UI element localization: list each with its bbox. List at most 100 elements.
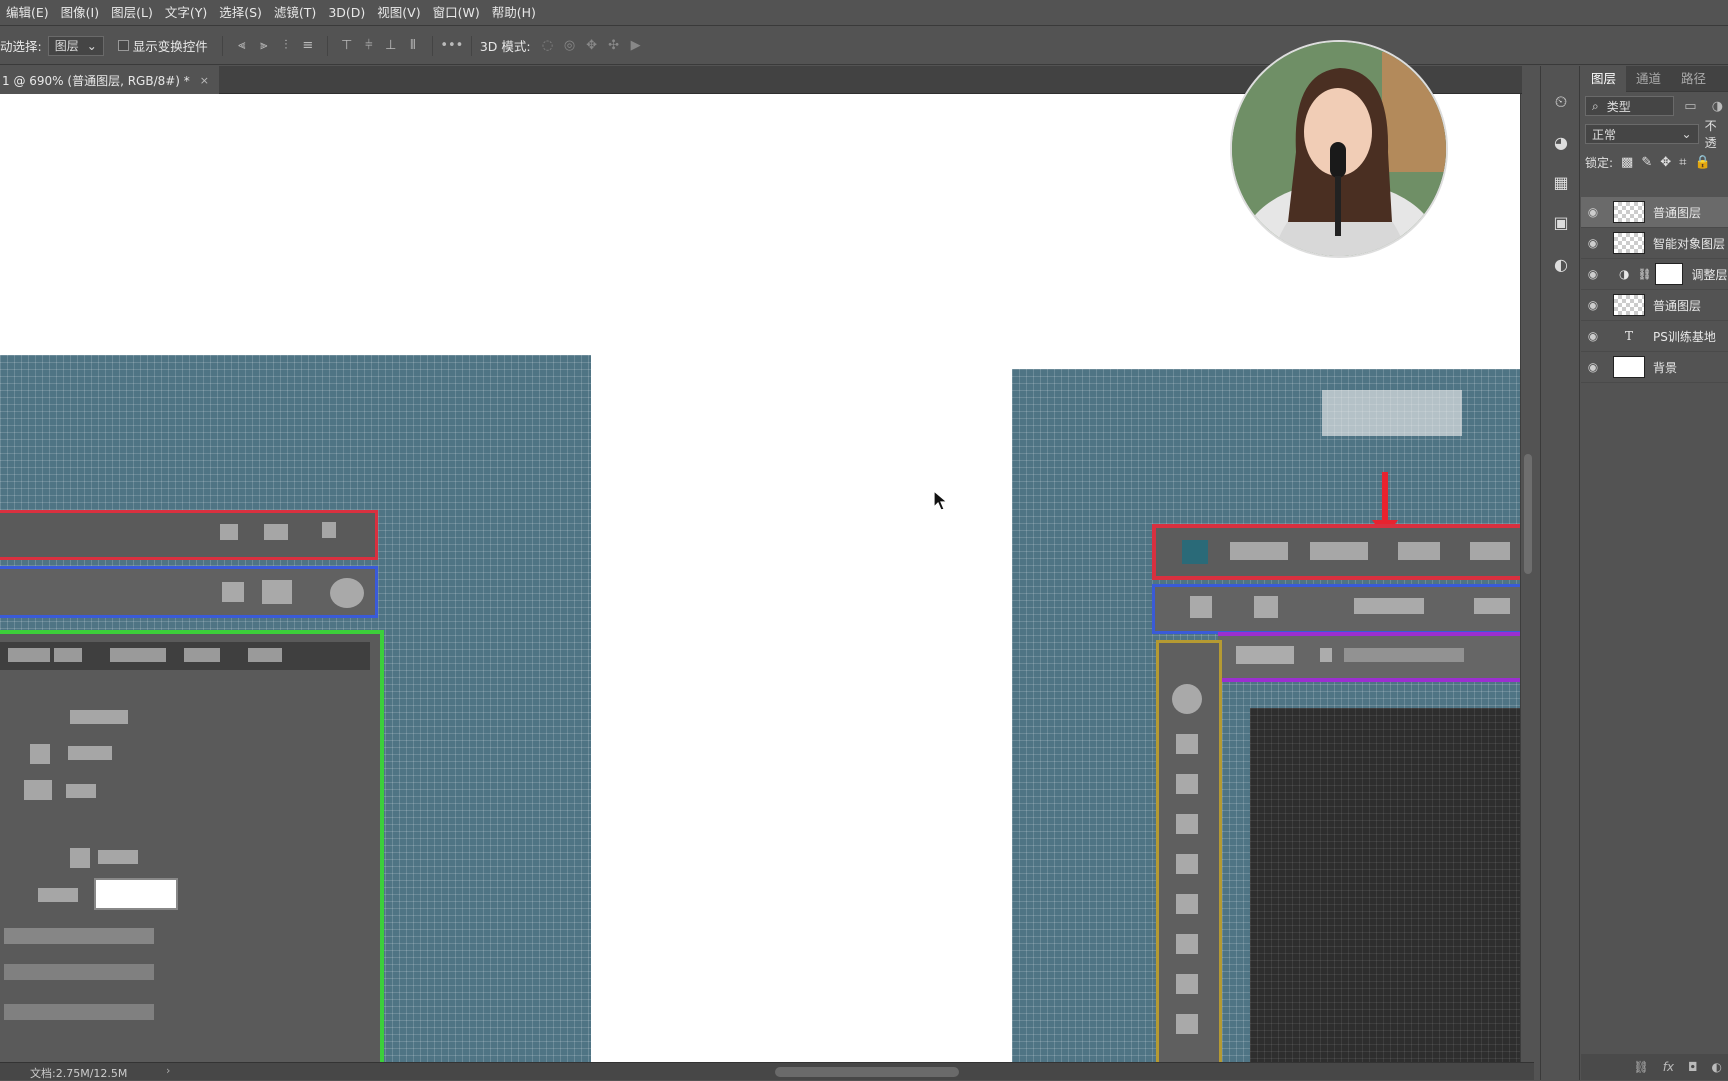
tab-channels[interactable]: 通道	[1626, 66, 1671, 92]
menu-3d[interactable]: 3D(D)	[322, 0, 371, 26]
tab-paths[interactable]: 路径	[1671, 66, 1716, 92]
adjustments-icon[interactable]: ◐	[1549, 252, 1573, 276]
layer-thumbnail	[1613, 201, 1645, 223]
vertical-scrollbar[interactable]	[1520, 94, 1534, 1062]
fx-icon[interactable]: fx	[1663, 1060, 1674, 1074]
chain-link-icon[interactable]: ⛓	[1637, 268, 1651, 281]
webcam-overlay	[1230, 40, 1448, 258]
lock-transparent-icon[interactable]: ▩	[1621, 155, 1633, 170]
adjustment-icon[interactable]: ◐	[1712, 1060, 1722, 1074]
distribute-horizontal-icon[interactable]: ⫴	[402, 35, 424, 57]
eye-icon[interactable]: ◉	[1581, 298, 1605, 312]
eye-icon[interactable]: ◉	[1581, 267, 1605, 281]
eye-icon[interactable]: ◉	[1581, 236, 1605, 250]
layer-row[interactable]: ◉ 背景	[1581, 352, 1728, 383]
layer-filter-value: 类型	[1606, 99, 1631, 114]
close-icon[interactable]: ×	[200, 74, 209, 87]
divider	[431, 35, 433, 56]
layer-row[interactable]: ◉ 智能对象图层	[1581, 228, 1728, 259]
menu-edit[interactable]: 编辑(E)	[0, 0, 55, 26]
lock-artboard-icon[interactable]: ⌗	[1679, 155, 1686, 170]
lock-all-icon[interactable]: 🔒	[1694, 155, 1710, 170]
layers-panel-footer: ⛓ fx ◘ ◐	[1581, 1054, 1728, 1080]
smart-object-thumbnail	[1613, 232, 1645, 254]
roll-3d-icon[interactable]: ◎	[559, 35, 581, 57]
align-left-icon[interactable]: ⫷	[231, 35, 253, 57]
color-palette-icon[interactable]: ◕	[1549, 130, 1573, 154]
layer-row[interactable]: ◉ 普通图层	[1581, 290, 1728, 321]
blend-mode-value: 正常	[1592, 127, 1617, 142]
opacity-label: 不透	[1704, 119, 1717, 150]
tab-layers[interactable]: 图层	[1581, 65, 1627, 92]
libraries-icon[interactable]: ▣	[1549, 210, 1573, 234]
eye-icon[interactable]: ◉	[1581, 329, 1605, 343]
blend-row: 正常 ⌄ 不透	[1581, 119, 1728, 150]
layer-name: 背景	[1653, 360, 1678, 375]
divider	[221, 35, 223, 56]
chevron-down-icon: ⌄	[1681, 127, 1692, 141]
image-filter-icon[interactable]: ▭	[1680, 95, 1701, 117]
more-options-icon[interactable]: •••	[440, 35, 463, 57]
layer-row[interactable]: ◉ ◑ ⛓ 调整层	[1581, 259, 1728, 290]
drag-3d-icon[interactable]: ✥	[581, 35, 603, 57]
menu-select[interactable]: 选择(S)	[213, 0, 268, 26]
horizontal-scroll-thumb[interactable]	[775, 1067, 959, 1077]
swatches-grid-icon[interactable]: ▦	[1549, 170, 1573, 194]
mask-icon[interactable]: ◘	[1688, 1060, 1698, 1074]
mode-3d-label: 3D 模式:	[479, 39, 531, 54]
vertical-scroll-thumb[interactable]	[1524, 454, 1532, 574]
auto-select-dropdown[interactable]: 图层 ⌄	[47, 35, 104, 56]
eye-icon[interactable]: ◉	[1581, 205, 1605, 219]
presenter-image	[1232, 42, 1446, 256]
menu-bar: 编辑(E) 图像(I) 图层(L) 文字(Y) 选择(S) 滤镜(T) 3D(D…	[0, 0, 1728, 26]
status-arrow[interactable]: ›	[166, 1064, 170, 1077]
auto-select-value: 图层	[54, 39, 79, 53]
menu-type[interactable]: 文字(Y)	[159, 0, 213, 26]
green-frame-left	[0, 630, 384, 1062]
arrow-cursor-icon	[933, 490, 949, 511]
document-tab[interactable]: 1 @ 690% (普通图层, RGB/8#) * ×	[0, 66, 220, 94]
lock-position-icon[interactable]: ✥	[1660, 155, 1671, 170]
layer-filter-dropdown[interactable]: ⌕ 类型	[1585, 96, 1674, 116]
distribute-vertical-icon[interactable]: ≡	[297, 35, 319, 57]
menu-view[interactable]: 视图(V)	[371, 0, 426, 26]
align-vcenter-icon[interactable]: ⫩	[358, 35, 380, 57]
align-hcenter-icon[interactable]: ⫸	[253, 35, 275, 57]
menu-help[interactable]: 帮助(H)	[486, 0, 542, 26]
menu-window[interactable]: 窗口(W)	[427, 0, 486, 26]
lock-paint-icon[interactable]: ✎	[1641, 155, 1652, 170]
show-transform-label: 显示变换控件	[132, 39, 208, 54]
document-size: 文档:2.75M/12.5M	[30, 1067, 128, 1080]
history-icon[interactable]: ⏲	[1549, 90, 1573, 114]
divider	[470, 35, 472, 56]
slide-3d-icon[interactable]: ✣	[603, 35, 625, 57]
align-bottom-icon[interactable]: ⊥	[380, 35, 402, 57]
lock-label: 锁定:	[1585, 155, 1614, 170]
blurred-title-right	[1322, 390, 1462, 436]
adjustment-filter-icon[interactable]: ◑	[1707, 95, 1728, 117]
layer-filter-row: ⌕ 类型 ▭ ◑	[1581, 92, 1728, 120]
panel-tabs: 图层 通道 路径	[1581, 65, 1728, 92]
panel-icon-column: ⏲ ◕ ▦ ▣ ◐	[1540, 66, 1580, 1080]
menu-layer[interactable]: 图层(L)	[105, 0, 159, 26]
type-layer-icon: T	[1624, 329, 1633, 343]
align-top-icon[interactable]: ⊤	[336, 35, 358, 57]
menu-image[interactable]: 图像(I)	[55, 0, 105, 26]
eye-icon[interactable]: ◉	[1581, 360, 1605, 374]
dark-canvas-right	[1250, 708, 1520, 1062]
auto-select-label: 动选择:	[0, 39, 42, 54]
menu-filter[interactable]: 滤镜(T)	[268, 0, 322, 26]
divider	[326, 35, 328, 56]
link-icon[interactable]: ⛓	[1633, 1060, 1648, 1074]
scale-3d-icon[interactable]: ▶	[625, 35, 647, 57]
show-transform-checkbox[interactable]	[117, 40, 129, 51]
layer-row[interactable]: ◉ 普通图层	[1581, 197, 1728, 228]
orbit-3d-icon[interactable]: ◌	[537, 35, 559, 57]
align-right-icon[interactable]: ⫶	[275, 35, 297, 57]
blue-frame-left	[0, 566, 378, 618]
adjustment-layer-icon: ◑	[1619, 267, 1630, 281]
document-tab-title: 1 @ 690% (普通图层, RGB/8#) *	[2, 73, 190, 88]
chevron-down-icon: ⌄	[86, 38, 97, 53]
layer-row[interactable]: ◉ T PS训练基地	[1581, 321, 1728, 352]
blend-mode-dropdown[interactable]: 正常 ⌄	[1585, 124, 1699, 144]
